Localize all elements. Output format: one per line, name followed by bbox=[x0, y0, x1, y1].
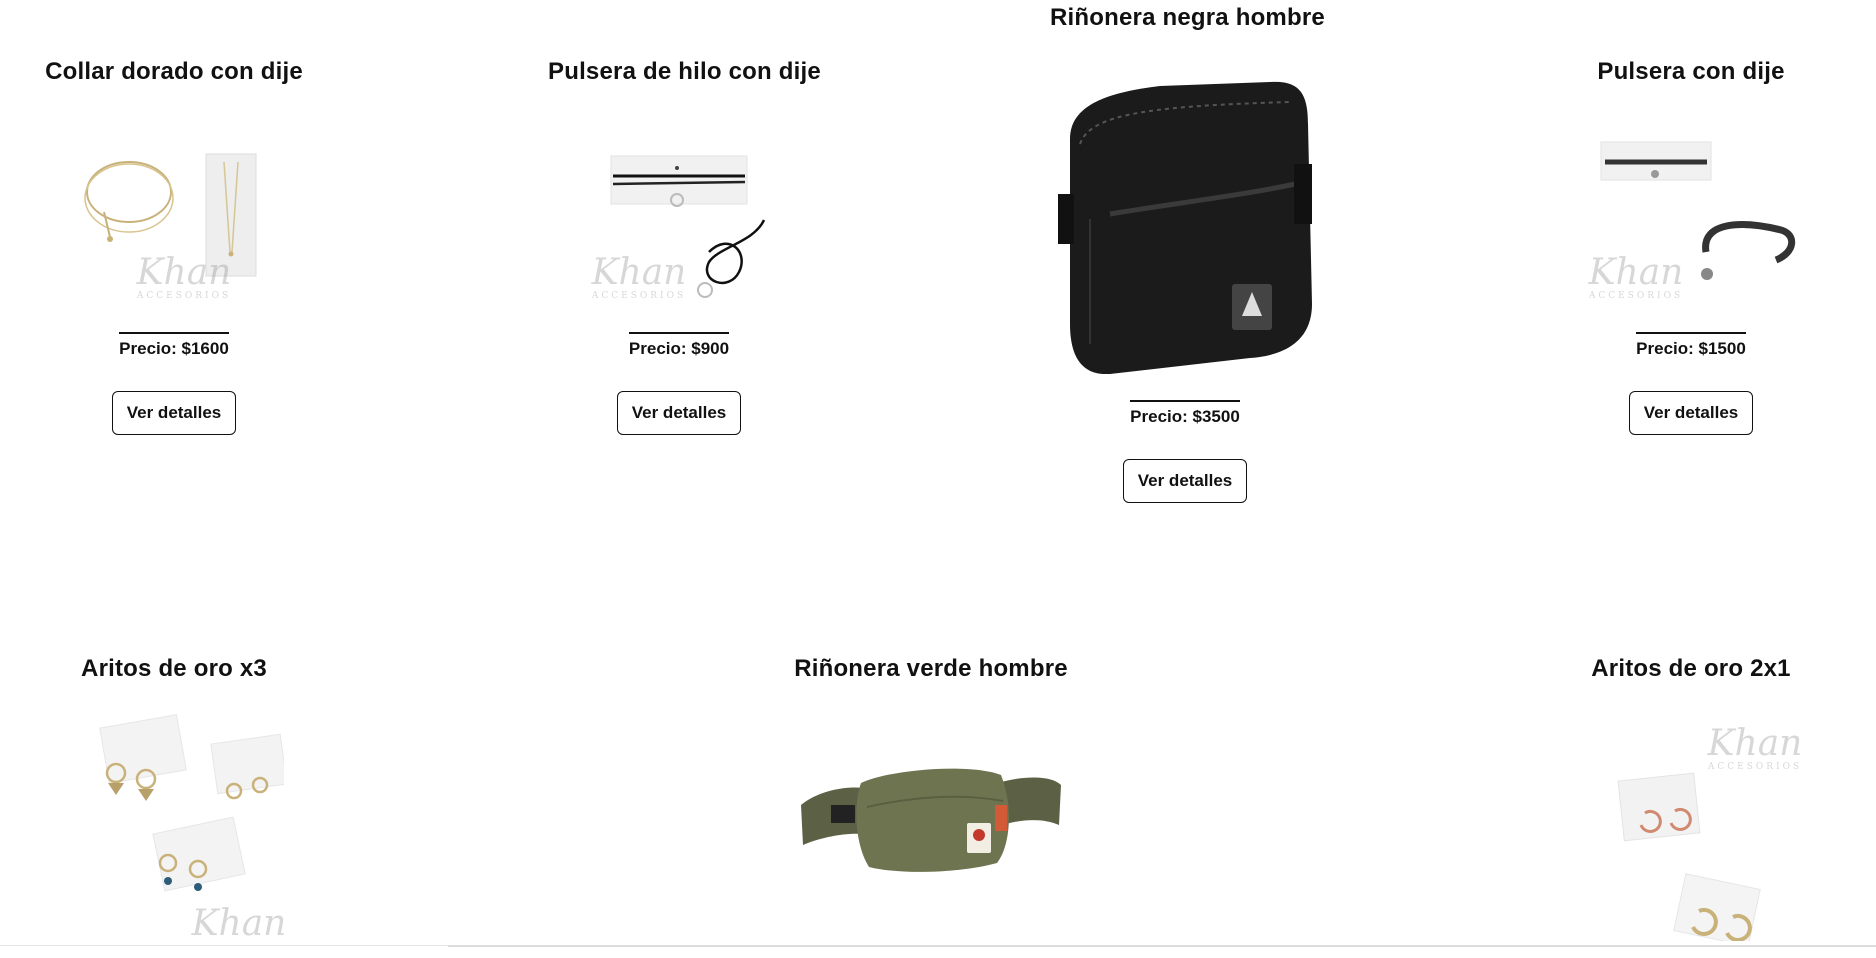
product-card-pulsera-dije: Pulsera con dije Khan ACCESORIOS Precio: … bbox=[1560, 58, 1822, 435]
green-bag-image-icon bbox=[801, 768, 1061, 872]
product-image[interactable] bbox=[791, 745, 1071, 895]
product-price: Precio: $3500 bbox=[1130, 400, 1240, 427]
brand-watermark: Khan ACCESORIOS bbox=[1707, 723, 1803, 772]
product-card-pulsera-hilo: Pulsera de hilo con dije Khan ACCESORIOS … bbox=[548, 58, 821, 435]
product-image[interactable]: Khan ACCESORIOS bbox=[1581, 701, 1802, 947]
view-details-button[interactable]: Ver detalles bbox=[1628, 391, 1754, 435]
product-card-aritos-x3: Aritos de oro x3 Khan bbox=[40, 655, 308, 953]
product-title: Aritos de oro 2x1 bbox=[1591, 655, 1791, 682]
brand-watermark: Khan ACCESORIOS bbox=[136, 252, 232, 301]
product-card-aritos-2x1: Aritos de oro 2x1 Khan ACCESORIOS bbox=[1560, 655, 1822, 947]
view-details-button[interactable]: Ver detalles bbox=[111, 391, 237, 435]
brand-watermark: Khan bbox=[191, 903, 287, 944]
product-title: Aritos de oro x3 bbox=[81, 655, 267, 682]
product-price: Precio: $1600 bbox=[119, 332, 229, 359]
product-title: Riñonera negra hombre bbox=[1050, 4, 1325, 31]
product-image[interactable]: Khan ACCESORIOS bbox=[1581, 102, 1801, 322]
product-card-rinonera-verde: Riñonera verde hombre bbox=[790, 655, 1072, 895]
product-title: Riñonera verde hombre bbox=[794, 655, 1068, 682]
product-title: Pulsera de hilo con dije bbox=[548, 58, 821, 85]
view-details-button[interactable]: Ver detalles bbox=[1122, 459, 1248, 503]
brand-watermark: Khan ACCESORIOS bbox=[1588, 252, 1684, 301]
product-card-rinonera-negra: Riñonera negra hombre Precio: $3500 Ver … bbox=[1050, 4, 1325, 503]
product-title: Pulsera con dije bbox=[1597, 58, 1785, 85]
product-image[interactable] bbox=[1050, 44, 1320, 375]
product-image[interactable]: Khan ACCESORIOS bbox=[579, 102, 779, 322]
view-details-button[interactable]: Ver detalles bbox=[616, 391, 742, 435]
product-price: Precio: $1500 bbox=[1636, 332, 1746, 359]
product-image[interactable]: Khan ACCESORIOS bbox=[74, 102, 274, 322]
product-title: Collar dorado con dije bbox=[45, 58, 303, 85]
brand-watermark: Khan ACCESORIOS bbox=[591, 252, 687, 301]
black-bag-image-icon bbox=[1058, 81, 1312, 375]
product-price: Precio: $900 bbox=[628, 332, 730, 359]
product-image[interactable]: Khan bbox=[64, 713, 288, 953]
product-card-collar: Collar dorado con dije Khan ACCESORIOS Pr… bbox=[40, 58, 308, 435]
